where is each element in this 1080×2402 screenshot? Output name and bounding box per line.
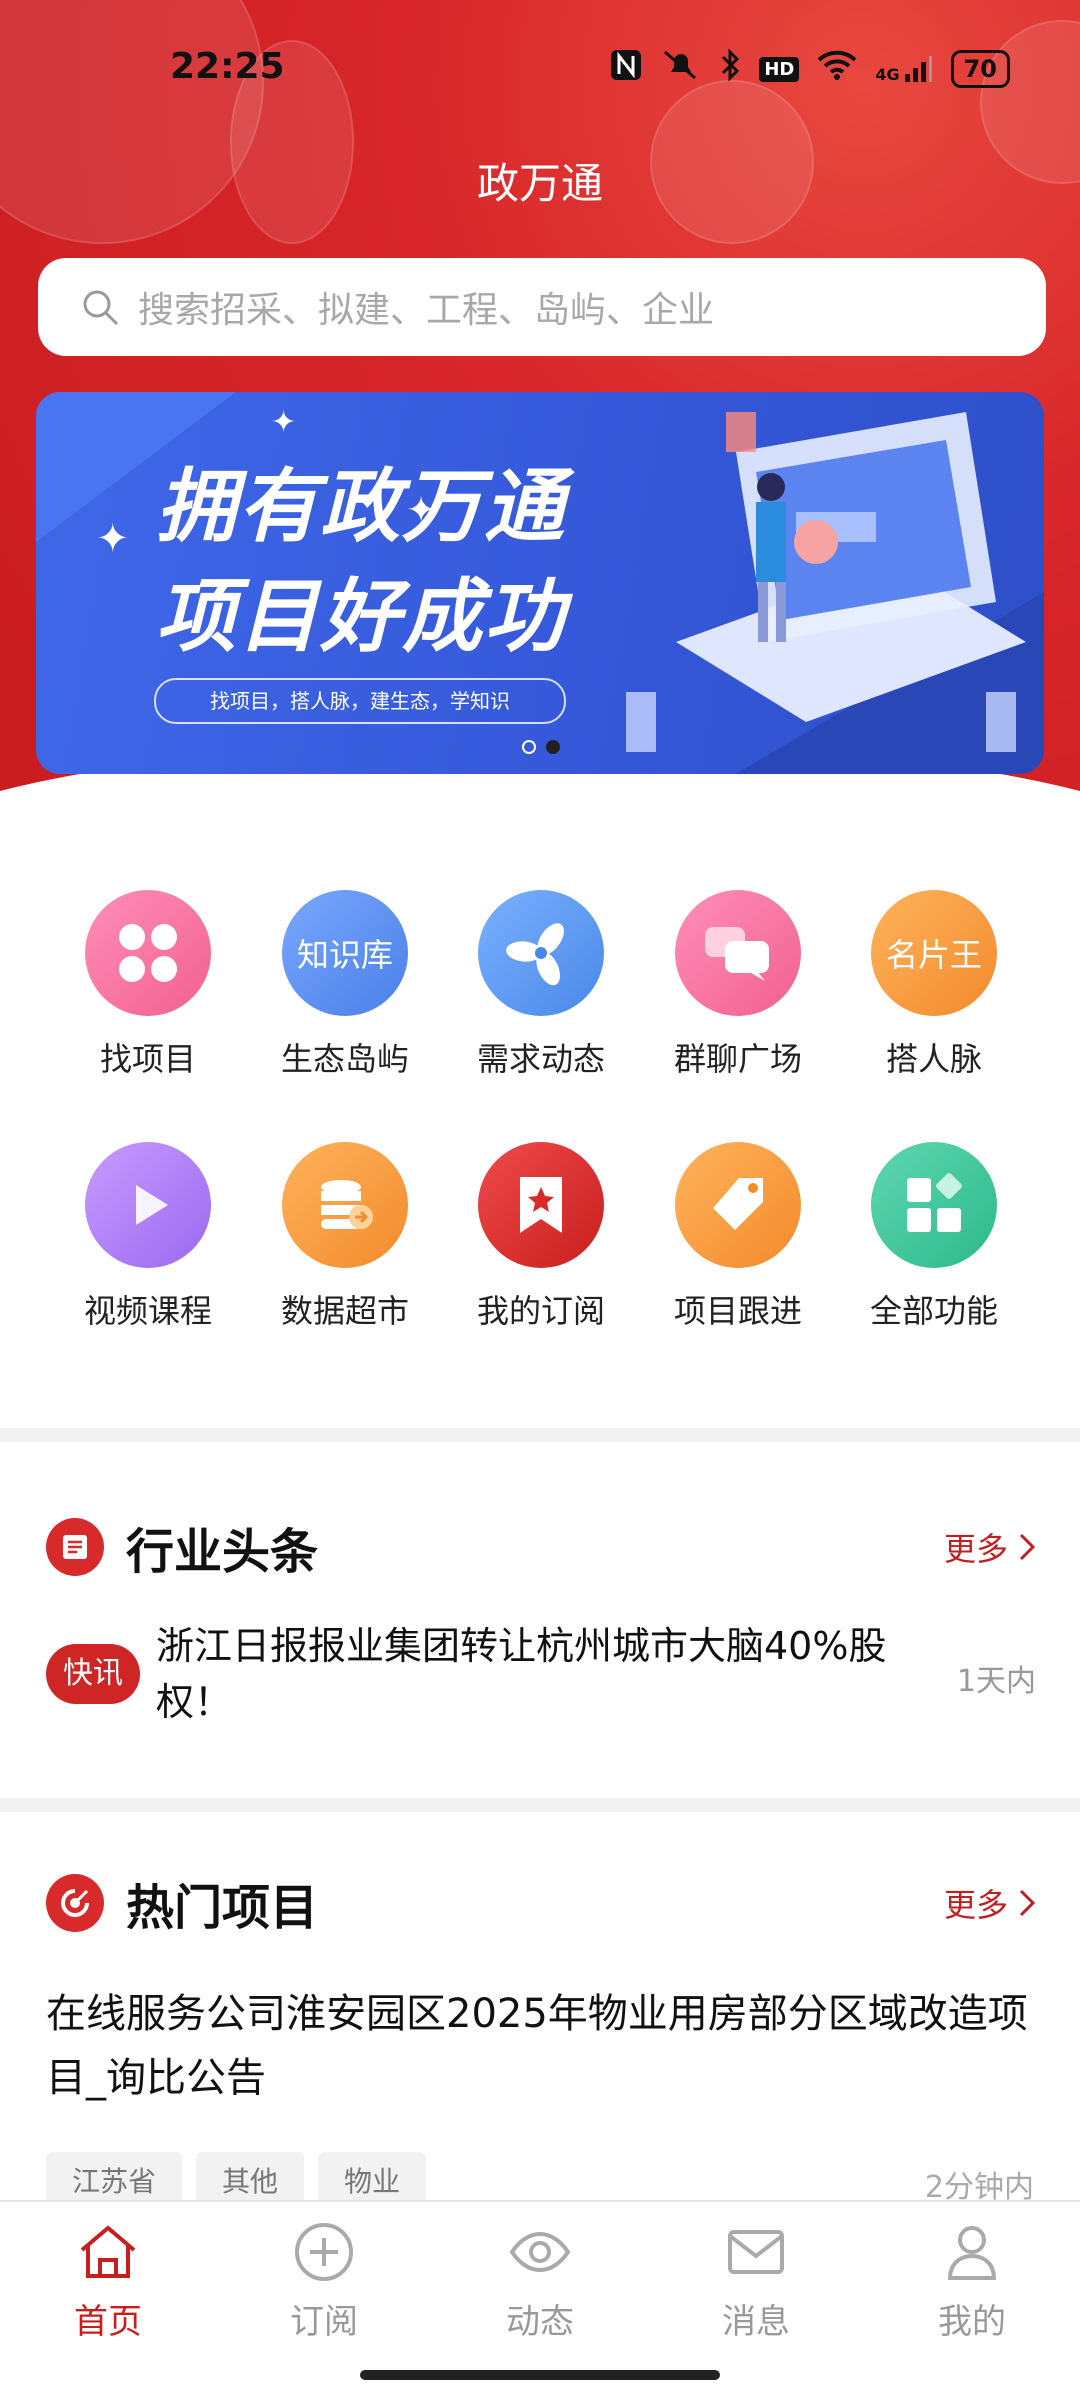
more-link[interactable]: 更多 — [944, 1524, 1036, 1570]
feature-network[interactable]: 名片王 搭人脉 — [834, 890, 1034, 1080]
user-icon — [947, 2226, 997, 2280]
wifi-icon — [817, 48, 857, 90]
nfc-icon — [609, 48, 643, 90]
knowledge-icon: 知识库 — [282, 890, 408, 1016]
section-divider — [0, 1428, 1080, 1442]
play-icon — [85, 1142, 211, 1268]
search-icon — [83, 290, 119, 326]
tab-label: 我的 — [938, 2302, 1006, 2342]
search-placeholder: 搜索招采、拟建、工程、岛屿、企业 — [138, 290, 715, 331]
feature-label: 全部功能 — [869, 1292, 998, 1330]
section-divider — [0, 1798, 1080, 1812]
tag-icon — [675, 1142, 801, 1268]
status-icons: HD 4G 70 — [609, 48, 1010, 90]
svg-text:✦: ✦ — [96, 516, 130, 562]
news-icon — [46, 1518, 104, 1576]
tab-home[interactable]: 首页 — [0, 2220, 216, 2343]
feature-video-course[interactable]: 视频课程 — [48, 1142, 248, 1332]
feature-data-market[interactable]: 数据超市 — [245, 1142, 445, 1332]
app-title: 政万通 — [476, 159, 603, 208]
section-title: 热门项目 — [126, 1880, 319, 1936]
pager-dot[interactable] — [522, 740, 536, 754]
knowledge-icon-text: 知识库 — [296, 936, 393, 974]
more-label: 更多 — [943, 1530, 1008, 1568]
bluetooth-icon — [719, 48, 741, 90]
eye-icon — [509, 2231, 571, 2273]
industry-news-header: 行业头条 更多 — [46, 1512, 1036, 1582]
chevron-right-icon — [1019, 1889, 1036, 1917]
feature-label: 生态岛屿 — [280, 1040, 409, 1078]
hot-projects-header: 热门项目 更多 — [46, 1868, 1036, 1938]
status-time: 22:25 — [170, 46, 285, 87]
feature-label: 群聊广场 — [673, 1040, 802, 1078]
mail-icon — [728, 2230, 784, 2274]
tab-profile[interactable]: 我的 — [864, 2220, 1080, 2343]
news-time: 1天内 — [956, 1664, 1036, 1699]
svg-text:✦: ✦ — [271, 405, 296, 440]
fan-icon — [478, 890, 604, 1016]
tab-label: 动态 — [506, 2302, 574, 2342]
banner-subtitle: 找项目，搭人脉，建生态，学知识 — [154, 678, 566, 724]
feature-label: 项目跟进 — [673, 1292, 802, 1330]
tab-subscribe[interactable]: 订阅 — [216, 2220, 432, 2343]
tab-label: 订阅 — [290, 2302, 358, 2342]
mute-icon — [661, 48, 701, 90]
feature-label: 找项目 — [99, 1040, 196, 1078]
pager-dot-active[interactable] — [546, 740, 560, 754]
tab-feed[interactable]: 动态 — [432, 2220, 648, 2343]
section-title: 行业头条 — [126, 1524, 319, 1580]
feature-group-chat[interactable]: 群聊广场 — [638, 890, 838, 1080]
more-link[interactable]: 更多 — [944, 1880, 1036, 1926]
grid-icon — [871, 1142, 997, 1268]
chevron-right-icon — [1019, 1533, 1036, 1561]
banner-headline-1: 拥有政万通 — [156, 460, 566, 553]
chat-icon — [675, 890, 801, 1016]
tab-messages[interactable]: 消息 — [648, 2220, 864, 2343]
feature-demand-news[interactable]: 需求动态 — [441, 890, 641, 1080]
feature-label: 数据超市 — [280, 1292, 409, 1330]
tab-label: 消息 — [722, 2302, 790, 2342]
signal-icon: 4G — [875, 54, 932, 84]
hd-icon: HD — [759, 56, 800, 82]
fire-target-icon — [46, 1874, 104, 1932]
database-icon — [282, 1142, 408, 1268]
banner-pager[interactable] — [522, 740, 560, 754]
news-item[interactable]: 快讯 浙江日报报业集团转让杭州城市大脑40%股权！ 1天内 — [46, 1618, 1036, 1738]
feature-ecology-island[interactable]: 知识库 生态岛屿 — [245, 890, 445, 1080]
battery-icon: 70 — [950, 50, 1010, 88]
flash-badge: 快讯 — [46, 1644, 140, 1704]
status-bar: 22:25 HD 4G 70 — [0, 40, 1080, 100]
project-title[interactable]: 在线服务公司淮安园区2025年物业用房部分区域改造项目_询比公告 — [46, 1982, 1036, 2110]
more-label: 更多 — [943, 1886, 1008, 1924]
plus-circle-icon — [295, 2223, 353, 2281]
promo-banner[interactable]: ✦ ✦ ✦ 拥有政万通 项目好成功 找项目，搭人脉，建生态，学知识 — [36, 392, 1044, 774]
feature-find-project[interactable]: 找项目 — [48, 890, 248, 1080]
feature-label: 搭人脉 — [885, 1040, 982, 1078]
card-icon-text: 名片王 — [885, 936, 982, 974]
card-icon: 名片王 — [871, 890, 997, 1016]
tab-label: 首页 — [74, 2302, 142, 2342]
search-bar[interactable]: 搜索招采、拟建、工程、岛屿、企业 — [38, 258, 1046, 356]
network-type: 4G — [875, 65, 900, 84]
bookmark-star-icon — [478, 1142, 604, 1268]
banner-headline-2: 项目好成功 — [156, 570, 566, 663]
feature-all-functions[interactable]: 全部功能 — [834, 1142, 1034, 1332]
feature-label: 视频课程 — [83, 1292, 212, 1330]
news-headline: 浙江日报报业集团转让杭州城市大脑40%股权！ — [156, 1624, 887, 1724]
feature-project-follow[interactable]: 项目跟进 — [638, 1142, 838, 1332]
clover-icon — [85, 890, 211, 1016]
feature-label: 我的订阅 — [476, 1292, 605, 1330]
home-icon — [80, 2225, 136, 2278]
feature-label: 需求动态 — [476, 1040, 605, 1078]
feature-my-subscriptions[interactable]: 我的订阅 — [441, 1142, 641, 1332]
home-indicator[interactable] — [360, 2370, 720, 2380]
